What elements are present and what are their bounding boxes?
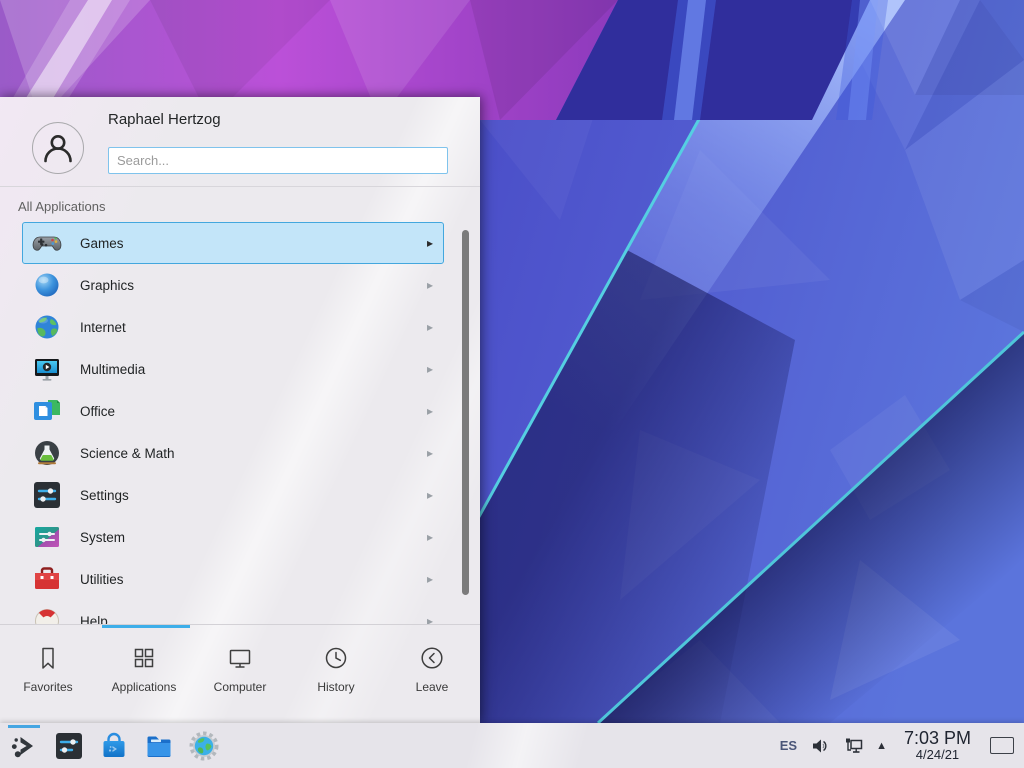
submenu-arrow-icon: ▸ <box>427 488 433 502</box>
category-list: Games ▸ Graphics ▸ <box>0 222 480 624</box>
category-label: Internet <box>80 320 410 335</box>
submenu-arrow-icon: ▸ <box>427 614 433 624</box>
section-label: All Applications <box>18 199 105 214</box>
keyboard-layout-indicator[interactable]: ES <box>780 738 797 753</box>
clock-date: 4/24/21 <box>904 748 971 762</box>
submenu-arrow-icon: ▸ <box>427 320 433 334</box>
submenu-arrow-icon: ▸ <box>427 236 433 250</box>
active-tab-indicator <box>102 625 190 628</box>
tab-label: Leave <box>416 680 449 694</box>
user-avatar[interactable] <box>32 122 84 174</box>
taskbar-launchers <box>0 730 220 762</box>
history-icon <box>323 645 349 671</box>
utilities-icon <box>31 563 63 595</box>
category-label: Utilities <box>80 572 410 587</box>
system-tray: ES ▲ 7:03 PM 4/24/21 <box>780 729 1024 762</box>
category-internet[interactable]: Internet ▸ <box>22 306 444 348</box>
category-utilities[interactable]: Utilities ▸ <box>22 558 444 600</box>
submenu-arrow-icon: ▸ <box>427 278 433 292</box>
clock-time: 7:03 PM <box>904 729 971 748</box>
launcher-active-indicator <box>8 725 40 728</box>
menu-header: Raphael Hertzog <box>0 97 480 187</box>
network-icon[interactable] <box>843 736 863 756</box>
office-icon <box>31 395 63 427</box>
category-graphics[interactable]: Graphics ▸ <box>22 264 444 306</box>
category-settings[interactable]: Settings ▸ <box>22 474 444 516</box>
games-icon <box>31 227 63 259</box>
category-label: Settings <box>80 488 410 503</box>
tab-computer[interactable]: Computer <box>192 625 288 723</box>
tray-expander-icon[interactable]: ▲ <box>876 740 887 752</box>
desktop: Raphael Hertzog All Applications Games ▸ <box>0 0 1024 768</box>
category-games[interactable]: Games ▸ <box>22 222 444 264</box>
tab-favorites[interactable]: Favorites <box>0 625 96 723</box>
list-scrollbar[interactable] <box>462 230 469 595</box>
tab-label: History <box>317 680 354 694</box>
category-label: Help <box>80 614 410 625</box>
digital-clock[interactable]: 7:03 PM 4/24/21 <box>904 729 971 762</box>
category-system[interactable]: System ▸ <box>22 516 444 558</box>
submenu-arrow-icon: ▸ <box>427 362 433 376</box>
menu-footer: Favorites Applications Computer <box>0 624 480 723</box>
submenu-arrow-icon: ▸ <box>427 446 433 460</box>
category-label: Graphics <box>80 278 410 293</box>
settings-icon <box>31 479 63 511</box>
submenu-arrow-icon: ▸ <box>427 404 433 418</box>
leave-icon <box>419 645 445 671</box>
category-label: Multimedia <box>80 362 410 377</box>
help-icon <box>31 605 63 624</box>
tab-applications[interactable]: Applications <box>96 625 192 723</box>
application-launcher-menu: Raphael Hertzog All Applications Games ▸ <box>0 97 480 723</box>
graphics-icon <box>31 269 63 301</box>
favorites-icon <box>35 645 61 671</box>
search-input[interactable] <box>108 147 448 174</box>
computer-icon <box>227 645 253 671</box>
discover-icon[interactable] <box>98 730 130 762</box>
volume-icon[interactable] <box>810 736 830 756</box>
category-label: Games <box>80 236 410 251</box>
tab-history[interactable]: History <box>288 625 384 723</box>
applications-icon <box>131 645 157 671</box>
show-desktop-button[interactable] <box>990 737 1014 754</box>
kickoff-icon[interactable] <box>8 730 40 762</box>
submenu-arrow-icon: ▸ <box>427 572 433 586</box>
tab-label: Applications <box>112 680 177 694</box>
category-label: Science & Math <box>80 446 410 461</box>
internet-icon <box>31 311 63 343</box>
category-label: System <box>80 530 410 545</box>
category-science-math[interactable]: Science & Math ▸ <box>22 432 444 474</box>
category-multimedia[interactable]: Multimedia ▸ <box>22 348 444 390</box>
file-manager-icon[interactable] <box>143 730 175 762</box>
category-office[interactable]: Office ▸ <box>22 390 444 432</box>
multimedia-icon <box>31 353 63 385</box>
category-label: Office <box>80 404 410 419</box>
taskbar: ES ▲ 7:03 PM 4/24/21 <box>0 723 1024 768</box>
tab-label: Favorites <box>23 680 72 694</box>
category-help[interactable]: Help ▸ <box>22 600 444 624</box>
science-icon <box>31 437 63 469</box>
system-icon <box>31 521 63 553</box>
web-globe-icon[interactable] <box>188 730 220 762</box>
tab-label: Computer <box>214 680 267 694</box>
submenu-arrow-icon: ▸ <box>427 530 433 544</box>
user-name: Raphael Hertzog <box>108 111 221 128</box>
system-settings-icon[interactable] <box>53 730 85 762</box>
user-icon <box>38 128 78 168</box>
tab-leave[interactable]: Leave <box>384 625 480 723</box>
